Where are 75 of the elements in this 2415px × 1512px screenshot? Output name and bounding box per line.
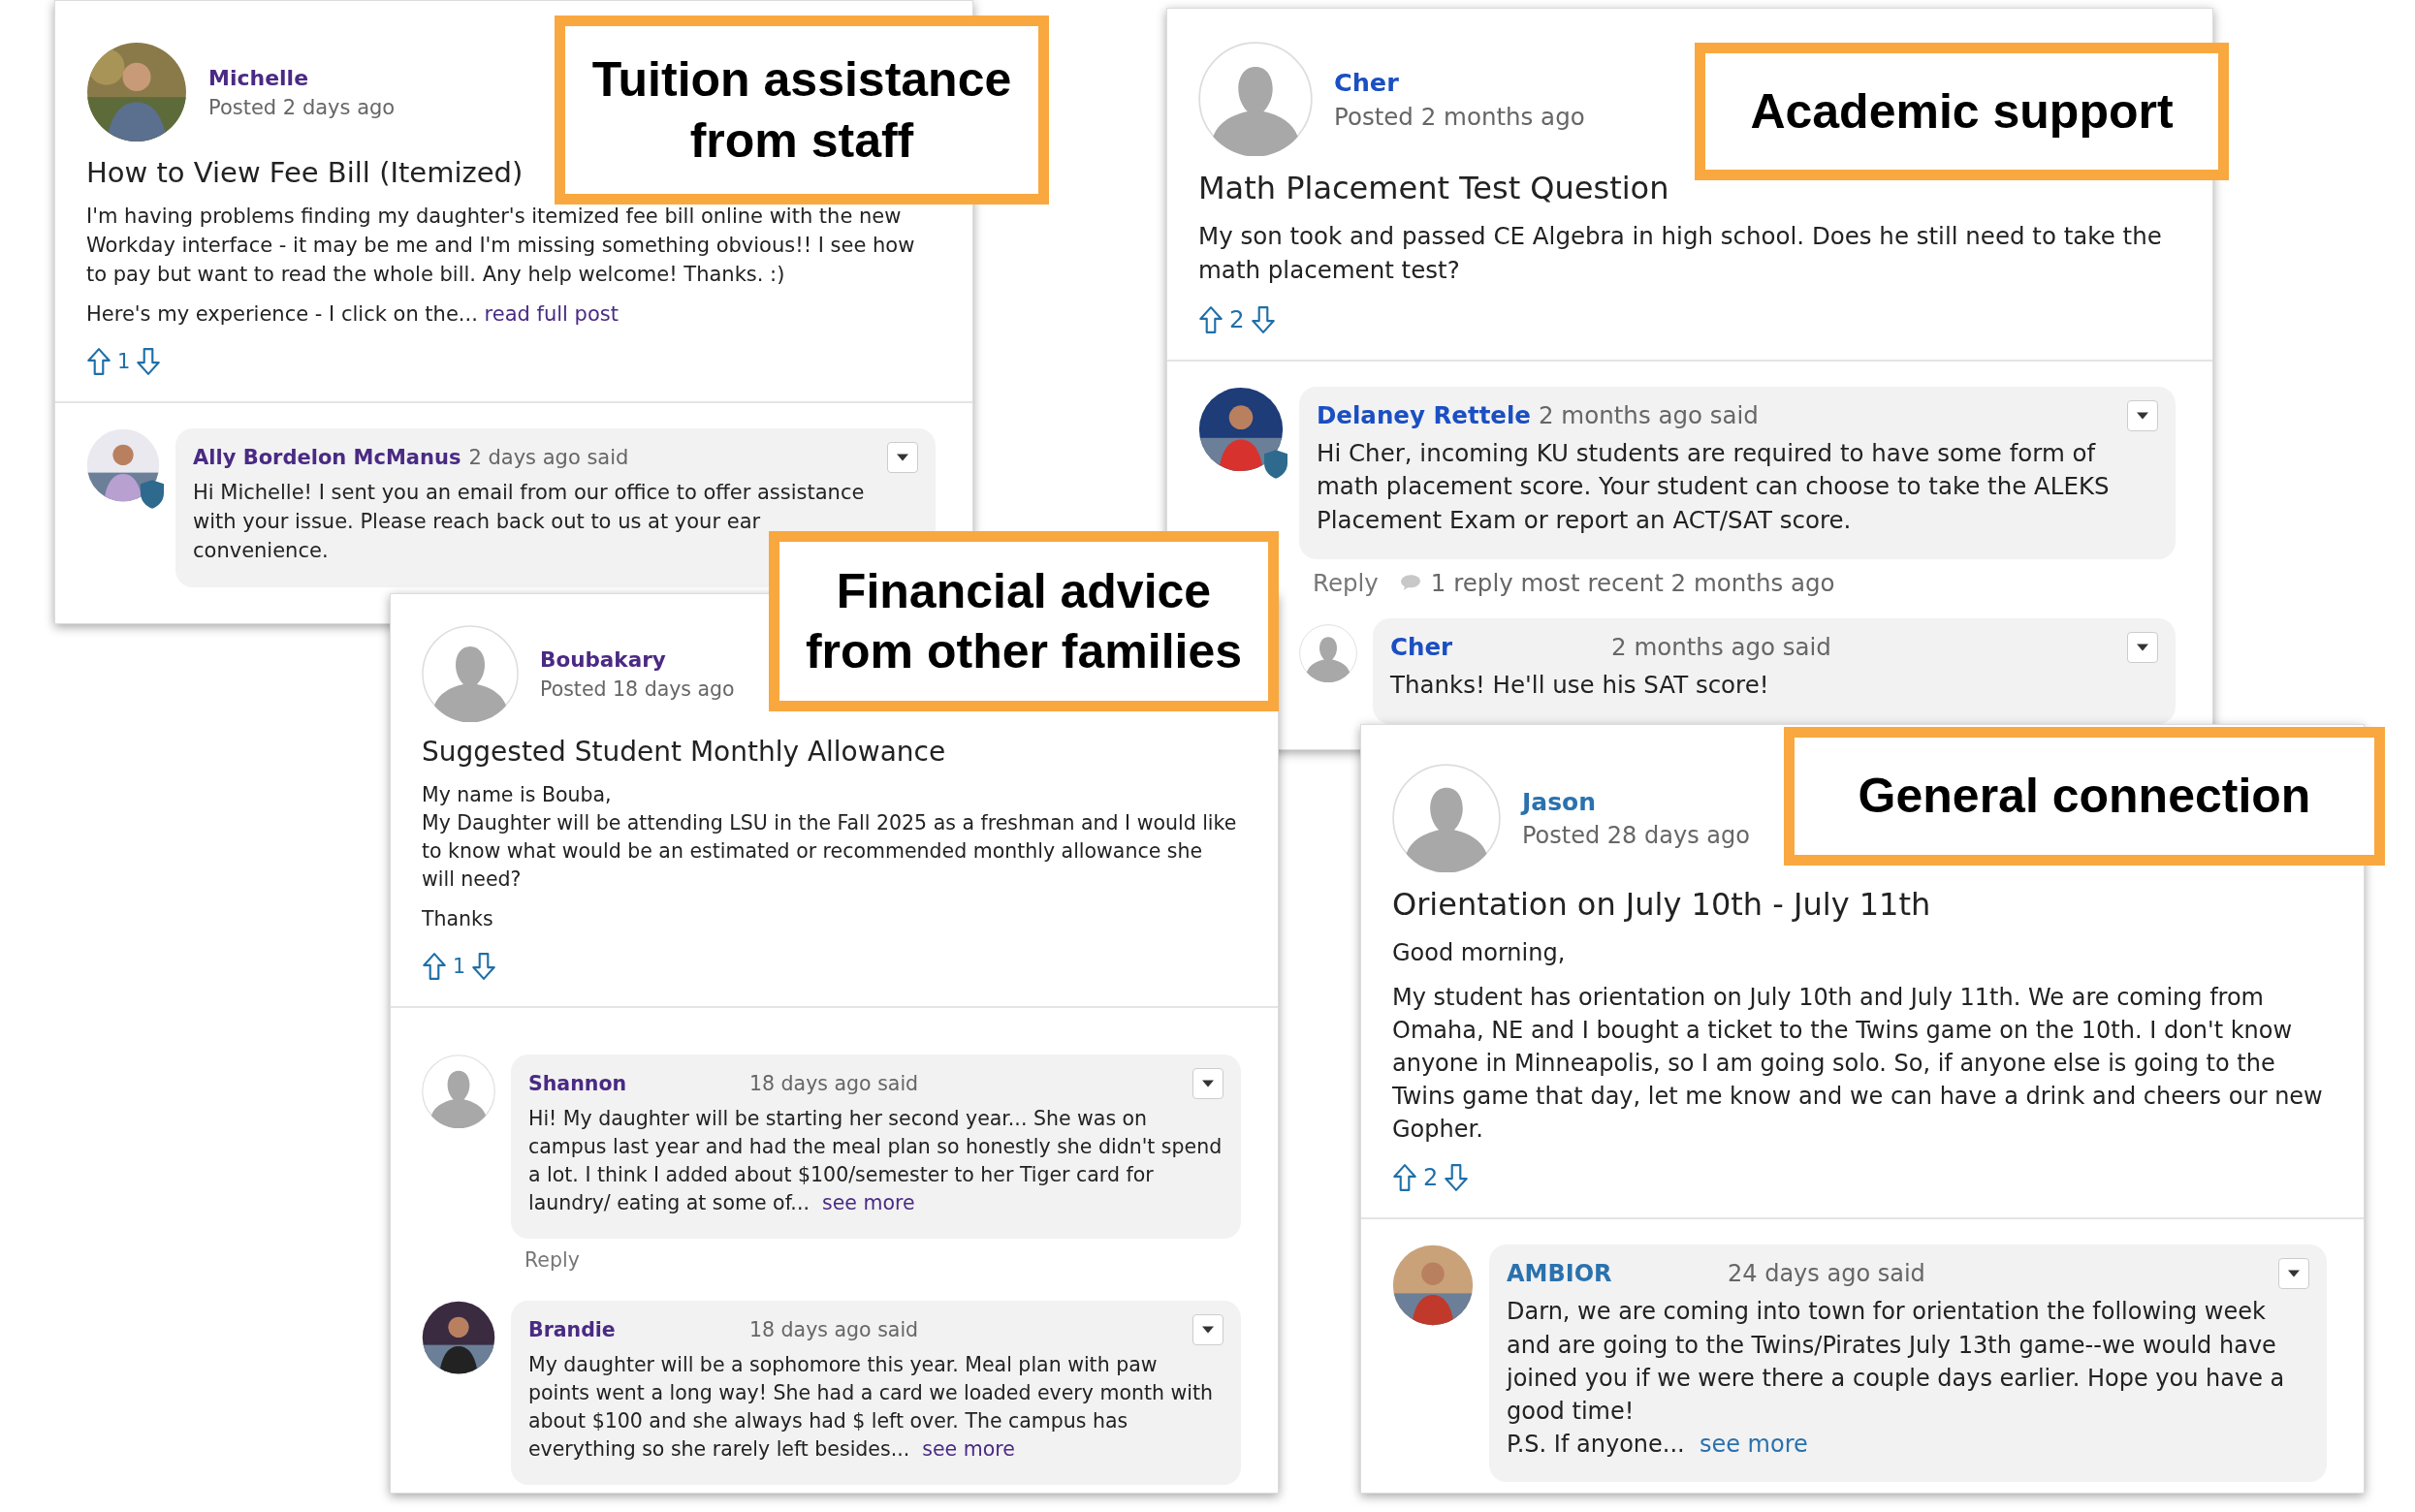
caret-icon [897,454,908,462]
post-time: Posted 2 days ago [208,95,396,119]
avatar-silhouette-icon [1198,42,1313,156]
comment-text: Hi! My daughter will be starting her second year... She was on campus last year and had the meal plan so honestly she didn't spend a lot. I think I added about $100/semester to her Tiger card for laundry/ eating at some of... see more [528,1105,1223,1216]
speech-bubble-icon [1399,574,1421,592]
reply-link[interactable]: Reply [524,1248,580,1272]
author-name[interactable]: Michelle [208,65,396,90]
upvote-icon[interactable] [1198,304,1223,334]
comment-text: Darn, we are coming into town for orientation the following week and are going to the Twins/Pirates July 13th game--we would have joined you if we were there a couple days earlier. Hope you have a good time! P.S. If anyone... see more [1507,1297,2286,1460]
upvote-icon[interactable] [422,951,447,981]
vote-count: 2 [1229,305,1245,334]
category-label: General connection [1784,727,2385,866]
comment-time: 18 days ago said [749,1318,920,1341]
comment-time: 2 months ago said [1611,633,1832,662]
caret-icon [1202,1079,1214,1087]
upvote-icon[interactable] [1392,1163,1417,1193]
reply-link[interactable]: Reply [1313,568,1379,597]
post-title: Suggested Student Monthly Allowance [422,736,947,768]
comment-text: Thanks! He'll use his SAT score! [1390,669,1770,701]
post-text: Here's my experience - I click on the... read full post [86,301,620,329]
downvote-icon[interactable] [1444,1163,1470,1193]
commenter-name[interactable]: Brandie [528,1318,742,1341]
caret-icon [1202,1326,1214,1334]
see-more-link[interactable]: see more [1699,1430,1808,1458]
post-text: I'm having problems finding my daughter's itemized fee bill online with the new Workday interface - it may be me and I'm missing something obvious!! I see how to pay but want to read the whole bill. Any help welcome! Thanks. :) [86,204,916,288]
comment-time: 2 days ago said [468,446,630,470]
comment-time: 2 months ago said [1539,401,1760,430]
post-time: Posted 28 days ago [1522,821,1750,849]
comment-text: Hi Cher, incoming KU students are required to have some form of math placement score. Your student can choose to take the ALEKS Placement Exam or report an ACT/SAT score. [1317,437,2111,537]
read-more-link[interactable]: read full post [484,302,619,327]
post-title: Math Placement Test Question [1198,170,1670,206]
dropdown-button[interactable] [887,442,918,474]
commenter-name[interactable]: Ally Bordelon McManus [193,446,461,470]
comment-text: My daughter will be a sophomore this year. Meal plan with paw points went a long way! She had a card we loaded every month with about $100 and she always had $ left over. The campus has everything so she rarely left besides... see more [528,1352,1214,1464]
post-time: Posted 18 days ago [540,677,735,701]
vote-count: 2 [1423,1164,1439,1192]
vote-count: 1 [117,350,131,374]
category-label: Financial advice from other families [769,531,1279,711]
commenter-name[interactable]: Delaney Rettele [1317,401,1531,430]
commenter-name[interactable]: AMBIOR [1507,1260,1720,1288]
dropdown-button[interactable] [1192,1067,1223,1099]
vote-count: 1 [453,954,466,978]
caret-icon [2137,643,2148,651]
avatar-silhouette-icon [422,625,519,722]
commenter-name[interactable]: Cher [1390,633,1604,662]
downvote-icon[interactable] [136,347,162,377]
dropdown-button[interactable] [1192,1314,1223,1345]
comment-time: 24 days ago said [1728,1260,1926,1288]
caret-icon [2288,1270,2300,1278]
category-label: Tuition assistance from staff [555,16,1049,205]
commenter-name[interactable]: Shannon [528,1071,742,1095]
see-more-link[interactable]: see more [822,1190,915,1214]
post-text: My student has orientation on July 10th and July 11th. We are coming from Omaha, NE and I bought a ticket to the Twins game on the 10th. I don't know anyone in Minneapolis, so I am going solo. So, if anyone else is going to the Twins game that day, let me know and we can have a drink and cheers our new Gopher. [1392,983,2324,1146]
downvote-icon[interactable] [471,951,497,981]
comment-time: 18 days ago said [749,1071,920,1095]
reply-summary: 1 reply most recent 2 months ago [1430,568,1835,597]
post-title: How to View Fee Bill (Itemized) [86,156,524,189]
upvote-icon[interactable] [86,347,111,377]
dropdown-button[interactable] [2127,631,2158,663]
author-name[interactable]: Jason [1522,787,1750,816]
avatar-silhouette-icon [1392,764,1501,872]
see-more-link[interactable]: see more [922,1437,1015,1462]
caret-icon [2137,411,2148,420]
post-title: Orientation on July 10th - July 11th [1392,886,1932,923]
author-name[interactable]: Cher [1334,67,1585,97]
post-text: My son took and passed CE Algebra in high school. Does he still need to take the math placement test? [1198,221,2163,286]
category-label: Academic support [1695,43,2229,180]
post-text: Thanks [422,906,494,933]
dropdown-button[interactable] [2127,399,2158,431]
downvote-icon[interactable] [1250,304,1276,334]
author-name[interactable]: Boubakary [540,646,735,672]
post-text: My name is Bouba, My Daughter will be attending LSU in the Fall 2025 as a freshman and I would like to know what would be an estimated or recommended monthly allowance she will need? [422,782,1238,894]
post-text: Good morning, [1392,938,1567,968]
dropdown-button[interactable] [2278,1258,2309,1290]
post-time: Posted 2 months ago [1334,102,1585,131]
